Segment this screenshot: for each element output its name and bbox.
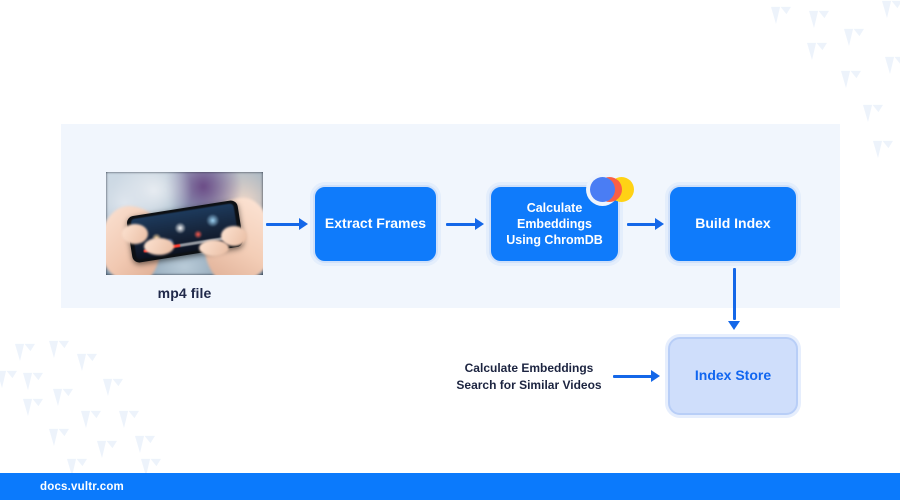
node-chroma-label: Calculate Embeddings Using ChromDB: [498, 200, 611, 248]
vultr-v-icon: [808, 10, 830, 30]
vultr-v-icon: [76, 353, 98, 373]
vultr-v-icon: [881, 0, 900, 20]
query-caption-line1: Calculate Embeddings: [464, 361, 594, 375]
vultr-v-icon: [22, 372, 44, 392]
diagram-page: mp4 file Extract Frames Calculate Embedd…: [0, 0, 900, 500]
node-build-index-label: Build Index: [695, 215, 771, 232]
arrow-shaft: [446, 223, 476, 226]
node-extract-frames-label: Extract Frames: [324, 215, 427, 232]
vultr-v-icon: [884, 56, 900, 76]
vultr-v-icon: [770, 6, 792, 26]
arrow-mp4-to-extract: [266, 218, 308, 230]
node-chroma-label-line2: Using ChromDB: [506, 233, 603, 247]
node-index-store-label: Index Store: [694, 367, 772, 384]
footer-site-label: docs.vultr.com: [40, 480, 124, 493]
vultr-v-icon: [80, 410, 102, 430]
arrow-extract-to-chroma: [446, 218, 484, 230]
chromadb-logo-icon: [586, 173, 634, 206]
vultr-v-icon: [840, 70, 862, 90]
vultr-v-icon: [862, 104, 884, 124]
arrow-shaft: [613, 375, 652, 378]
query-caption: Calculate Embeddings Search for Similar …: [449, 360, 609, 395]
vultr-v-icon: [118, 410, 140, 430]
finger-shape: [199, 240, 229, 256]
vultr-v-icon: [0, 370, 18, 390]
node-extract-frames[interactable]: Extract Frames: [313, 185, 438, 263]
node-chroma-label-line1: Calculate Embeddings: [516, 201, 592, 231]
finger-shape: [122, 224, 148, 244]
vultr-v-icon: [14, 343, 36, 363]
arrow-shaft: [627, 223, 656, 226]
arrow-query-to-store: [613, 370, 660, 382]
logo-circle-blue: [590, 177, 615, 202]
arrow-shaft: [733, 268, 736, 320]
smartphone-video-photo: [106, 172, 263, 275]
mp4-file-thumbnail: [106, 172, 263, 275]
arrow-head: [655, 218, 664, 230]
arrow-head: [475, 218, 484, 230]
vultr-v-icon: [102, 378, 124, 398]
vultr-v-icon: [52, 388, 74, 408]
vultr-v-icon: [48, 340, 70, 360]
query-caption-line2: Search for Similar Videos: [456, 378, 602, 393]
arrow-shaft: [266, 223, 300, 226]
vultr-v-icon: [96, 440, 118, 460]
mp4-file-label: mp4 file: [157, 285, 212, 301]
arrow-head: [728, 321, 740, 330]
arrow-head: [299, 218, 308, 230]
vultr-v-icon: [843, 28, 865, 48]
vultr-v-icon: [48, 428, 70, 448]
vultr-v-icon: [872, 140, 894, 160]
node-build-index[interactable]: Build Index: [668, 185, 798, 263]
vultr-v-icon: [806, 42, 828, 62]
finger-shape: [144, 238, 174, 255]
arrow-build-to-store: [728, 268, 740, 330]
vultr-v-icon: [22, 398, 44, 418]
footer-bar: docs.vultr.com: [0, 473, 900, 500]
arrow-chroma-to-build: [627, 218, 664, 230]
arrow-head: [651, 370, 660, 382]
vultr-v-icon: [134, 435, 156, 455]
node-index-store[interactable]: Index Store: [668, 337, 798, 415]
